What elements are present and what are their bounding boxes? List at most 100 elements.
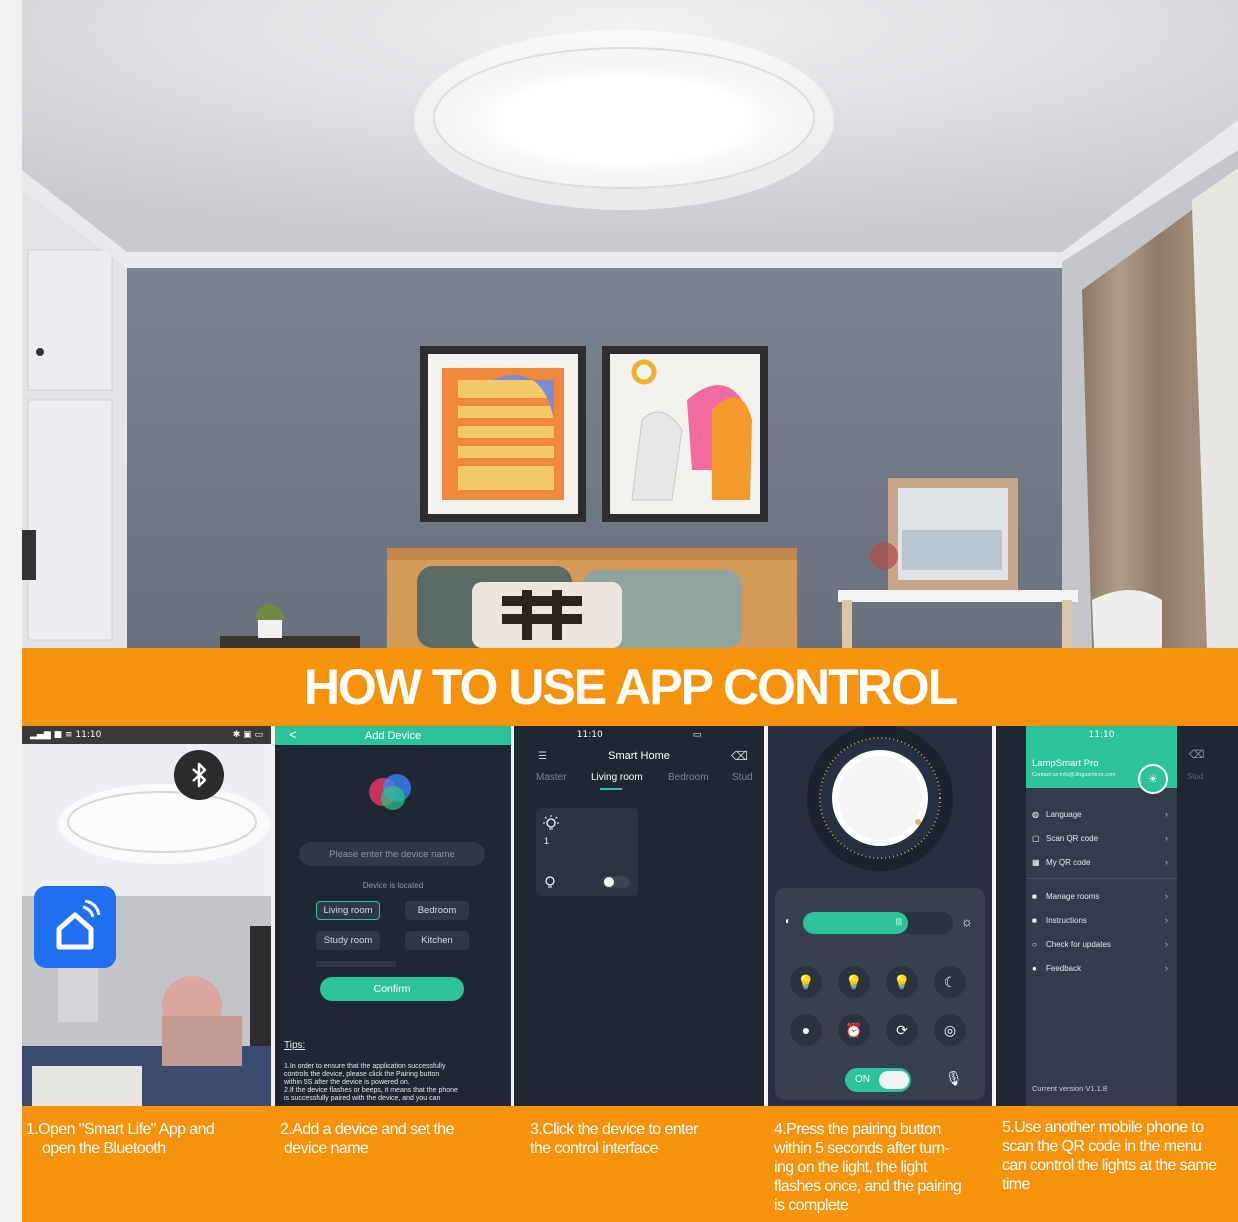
step4-light-control-screen: ◐ ||| ☼ 💡 💡 💡 ☾ ● ⏰ ⟳ ◎ ON 🎙	[768, 726, 992, 1106]
step1-phone-screen: ▂▄▆ ■ ≡ 11:10 ✱ ▣ ▭	[22, 726, 271, 1106]
room-chip-partial	[316, 961, 396, 967]
menu-label: Instructions	[1046, 915, 1087, 925]
menu-my-qr[interactable]: ▦ My QR code ›	[1032, 854, 1172, 870]
menu-language[interactable]: ◍ Language ›	[1032, 806, 1172, 822]
book-icon: ■	[1032, 915, 1037, 925]
add-device-title: Add Device	[364, 729, 422, 742]
menu-feedback[interactable]: ● Feedback ›	[1032, 960, 1172, 976]
light-bulb-icon	[543, 815, 559, 830]
feedback-icon: ●	[1032, 963, 1037, 973]
menu-icon[interactable]: ☰	[538, 751, 547, 762]
fingerprint-icon[interactable]: ◎	[934, 1014, 966, 1046]
edit-icon: ⌫	[1189, 749, 1205, 761]
step3-caption: 3.Click the device to enter the control …	[530, 1121, 699, 1157]
device-color-icon	[365, 770, 421, 814]
menu-label: Manage rooms	[1046, 891, 1100, 901]
color-temperature-dial[interactable]	[768, 726, 992, 888]
tab-master[interactable]: Master	[536, 772, 567, 783]
background-tab: Stud	[1187, 772, 1204, 781]
moon-icon[interactable]: ☾	[934, 966, 966, 998]
background-screen: ⌫ Stud	[1177, 726, 1238, 1106]
globe-icon: ◍	[1032, 809, 1039, 819]
status-icons: ✱ ▣ ▭	[232, 730, 263, 740]
mode-bulb-icon-3[interactable]: 💡	[886, 966, 918, 998]
chevron-right-icon: ›	[1165, 963, 1168, 973]
tab-living-room[interactable]: Living room	[591, 772, 643, 783]
app-name: LampSmart Pro	[1032, 758, 1099, 769]
back-icon[interactable]: <	[289, 727, 297, 742]
room-living-room[interactable]: Living room	[316, 901, 380, 920]
bluetooth-icon[interactable]	[174, 750, 224, 800]
device-number: 1	[544, 836, 550, 846]
control-card: ◐ ||| ☼ 💡 💡 💡 ☾ ● ⏰ ⟳ ◎ ON 🎙	[775, 888, 985, 1100]
status-time: 11:10	[1088, 730, 1115, 740]
microphone-icon[interactable]: 🎙	[945, 1070, 963, 1087]
tab-study[interactable]: Stud	[732, 772, 753, 783]
menu-manage-rooms[interactable]: ■ Manage rooms ›	[1032, 888, 1172, 904]
menu-label: Check for updates	[1046, 939, 1111, 949]
room-bedroom[interactable]: Bedroom	[405, 901, 469, 920]
side-drawer: 11:10 LampSmart Pro Contact us:info@Jing…	[1026, 726, 1177, 1106]
room-tabs: Master Living room Bedroom Stud	[514, 768, 764, 790]
brightness-low-icon: ◐	[785, 916, 792, 927]
menu-scan-qr[interactable]: ▢ Scan QR code ›	[1032, 830, 1172, 846]
step2-caption: 2.Add a device and set the device name	[280, 1121, 454, 1157]
screen-edge	[996, 726, 1026, 1106]
bulb-filled-icon[interactable]: ●	[790, 1014, 822, 1046]
room-study-room[interactable]: Study room	[316, 931, 380, 950]
alarm-icon[interactable]: ⏰	[838, 1014, 870, 1046]
status-signal: ▂▄▆ ■ ≡ 11:10	[30, 730, 102, 740]
qr-code-icon: ▦	[1032, 857, 1040, 867]
contact-email: Contact us:info@Jingusmicro.com	[1032, 772, 1116, 778]
chevron-right-icon: ›	[1165, 939, 1168, 949]
device-name-input[interactable]: Please enter the device name	[299, 842, 485, 866]
step3-smart-home-screen: 11:10 ▭ ☰ Smart Home ⌫ Master Living roo…	[514, 726, 764, 1106]
scene-icon[interactable]: ⟳	[886, 1014, 918, 1046]
tips-text: 1.In order to ensure that the applicatio…	[284, 1063, 458, 1102]
brightness-high-icon: ☼	[961, 914, 973, 929]
step5-caption: 5.Use another mobile phone to scan the Q…	[1002, 1119, 1217, 1193]
rooms-icon: ■	[1032, 891, 1037, 901]
battery-icon: ▭	[692, 730, 702, 740]
step1-caption: 1.Open "Smart Life" App and open the Blu…	[26, 1121, 215, 1157]
confirm-button[interactable]: Confirm	[320, 977, 464, 1001]
step-captions: 1.Open "Smart Life" App and open the Blu…	[22, 1106, 1238, 1222]
chevron-right-icon: ›	[1165, 915, 1168, 925]
mode-bulb-icon-2[interactable]: 💡	[838, 966, 870, 998]
mode-bulb-icon-1[interactable]: 💡	[790, 966, 822, 998]
chevron-right-icon: ›	[1165, 809, 1168, 819]
brightness-slider[interactable]: |||	[803, 912, 953, 934]
device-card[interactable]: 1	[536, 808, 638, 896]
title-banner: HOW TO USE APP CONTROL	[22, 648, 1238, 726]
bedroom-photo	[22, 0, 1238, 648]
smart-life-app-icon[interactable]	[34, 886, 116, 968]
menu-label: Scan QR code	[1046, 833, 1099, 843]
step4-caption: 4.Press the pairing button within 5 seco…	[774, 1121, 962, 1214]
room-kitchen[interactable]: Kitchen	[405, 931, 469, 950]
app-logo-icon: ☀	[1138, 764, 1168, 794]
app-version: Current version V1.1.8	[1032, 1084, 1108, 1093]
step5-menu-screen: 11:10 LampSmart Pro Contact us:info@Jing…	[996, 726, 1238, 1106]
banner-title: HOW TO USE APP CONTROL	[303, 659, 958, 715]
brightness-fill: |||	[803, 912, 908, 934]
menu-label: Language	[1046, 809, 1082, 819]
menu-label: My QR code	[1046, 857, 1091, 867]
smart-home-title: Smart Home	[608, 750, 670, 762]
power-toggle-knob	[879, 1071, 909, 1089]
menu-instructions[interactable]: ■ Instructions ›	[1032, 912, 1172, 928]
menu-divider	[1026, 878, 1177, 879]
drawer-header: 11:10 LampSmart Pro Contact us:info@Jing…	[1026, 726, 1177, 794]
menu-label: Feedback	[1046, 963, 1082, 973]
bulb-icon	[545, 876, 555, 888]
tab-bedroom[interactable]: Bedroom	[668, 772, 709, 783]
tips-title: Tips:	[284, 1040, 306, 1051]
device-toggle[interactable]	[602, 876, 630, 888]
power-toggle[interactable]: ON	[845, 1068, 911, 1092]
chevron-right-icon: ›	[1165, 857, 1168, 867]
add-device-header: < Add Device	[275, 726, 511, 745]
product-infographic: HOW TO USE APP CONTROL ▂▄▆ ■ ≡ 11:10 ✱ ▣…	[0, 0, 1238, 1222]
active-tab-indicator	[600, 788, 622, 790]
menu-check-updates[interactable]: ○ Check for updates ›	[1032, 936, 1172, 952]
power-toggle-label: ON	[855, 1074, 870, 1085]
edit-icon[interactable]: ⌫	[731, 749, 748, 763]
